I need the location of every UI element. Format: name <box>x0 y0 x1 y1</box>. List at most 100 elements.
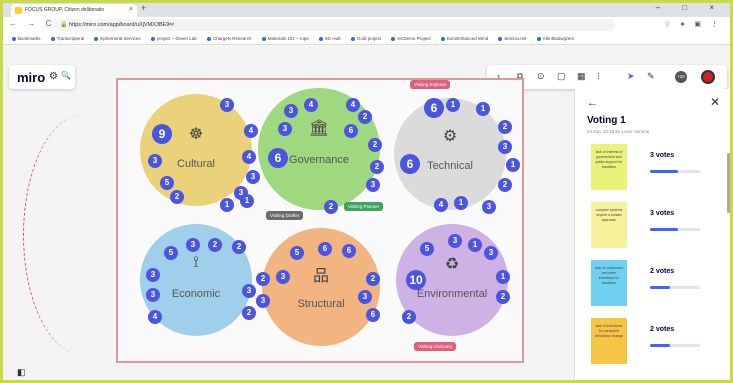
vote-badge: 3 <box>276 270 290 284</box>
panel-scrollbar[interactable] <box>727 153 730 213</box>
cursor-label-explorer: Visiting Explorer <box>410 80 451 89</box>
panel-toggle-icon[interactable]: ◧ <box>17 367 26 378</box>
vote-count: 3 votes <box>650 210 675 217</box>
cursor-label-drafter: Visiting Drafter <box>266 211 304 220</box>
lock-icon: 🔒 <box>60 22 68 28</box>
vote-badge: 3 <box>366 178 380 192</box>
vote-count: 3 votes <box>650 152 675 159</box>
browser-tab[interactable]: FOCUS GROUP, Citizen deliberatio × <box>11 4 137 17</box>
bookmark-item[interactable]: Gold project <box>351 36 381 41</box>
bookmark-item[interactable]: Bookmarks <box>12 36 41 41</box>
cursor-icon[interactable]: ➤ <box>627 71 635 82</box>
vote-badge: 2 <box>368 138 382 152</box>
vote-bar <box>650 170 700 173</box>
voting-subtitle: 04 Jun, 12:15 by Louis Homme <box>587 129 650 134</box>
present-icon[interactable]: ▢ <box>557 71 566 82</box>
vote-badge: 3 <box>358 290 372 304</box>
miro-logo[interactable]: miro <box>17 70 45 85</box>
sticky-note: lack of incentives for consumer behaviou… <box>591 318 627 364</box>
grid-icon[interactable]: ▦ <box>577 71 586 82</box>
vote-badge: 2 <box>358 110 372 124</box>
bookmark-item[interactable]: Materials 101 – rupe <box>262 36 309 41</box>
reactions-icon[interactable]: ✎ <box>647 71 655 82</box>
vote-badge: 4 <box>304 98 318 112</box>
sticky-note: lack of consumers and other incentives f… <box>591 260 627 306</box>
vote-result-item[interactable]: lack of interest of government and publi… <box>575 144 721 200</box>
back-arrow-icon[interactable]: ← <box>587 97 598 109</box>
bookmark-item[interactable]: Transcripteral <box>51 36 84 41</box>
miro-board-menu: miro ⚙ 🔍 <box>9 65 75 89</box>
vote-count: 2 votes <box>650 268 675 275</box>
vote-badge: 6 <box>342 244 356 258</box>
bookmark-item[interactable]: ChargeN Research <box>207 36 252 41</box>
vote-result-item[interactable]: complex systems require a holistic appro… <box>575 202 721 258</box>
cluster-label: Environmental <box>416 288 488 300</box>
vote-badge: 4 <box>242 150 256 164</box>
cursor-label-pioneer: Visiting Pioneer <box>344 202 384 211</box>
vote-badge: 5 <box>160 176 174 190</box>
bookmark-item[interactable]: Alle Bladwijzers <box>537 36 575 41</box>
tab-title: FOCUS GROUP, Citizen deliberatio <box>25 7 105 13</box>
cluster-cultural: ☸ Cultural 3 9 4 3 4 3 5 3 2 1 1 <box>140 94 260 212</box>
bookmark-item[interactable]: Ephemeral Services <box>94 36 140 41</box>
vote-badge: 3 <box>448 234 462 248</box>
vote-badge: 3 <box>246 170 260 184</box>
vote-badge: 2 <box>324 200 338 214</box>
bookmark-item[interactable]: 5G Hub <box>319 36 341 41</box>
nav-buttons[interactable]: ← → C <box>9 19 55 28</box>
vote-badge: 4 <box>434 198 448 212</box>
url-field[interactable]: 🔒 https://miro.com/app/board/uXjVMX3BE9=… <box>55 19 615 31</box>
vote-badge: 3 <box>146 268 160 282</box>
vote-result-item[interactable]: lack of incentives for consumer behaviou… <box>575 318 721 374</box>
close-icon[interactable]: ✕ <box>710 95 720 109</box>
cluster-environmental: ♻ Environmental 5 3 1 3 10 1 2 2 <box>396 224 510 336</box>
vote-badge: 10 <box>406 270 426 290</box>
url-text: https://miro.com/app/board/uXjVMX3BE9=/ <box>69 22 175 28</box>
cluster-structural: 品 Structural 5 6 6 2 2 3 3 6 3 <box>256 228 380 346</box>
vote-badge: 5 <box>290 246 304 260</box>
bookmark-item[interactable]: KKDemo Project <box>391 36 430 41</box>
vote-badge: 2 <box>498 178 512 192</box>
vote-bar-fill <box>650 228 678 231</box>
participant-count[interactable]: +20 <box>675 71 687 83</box>
vote-badge: 6 <box>344 124 358 138</box>
sticky-note: lack of interest of government and publi… <box>591 144 627 190</box>
timer-icon[interactable]: ⊙ <box>537 71 545 82</box>
vote-result-item[interactable]: lack of consumers and other incentives f… <box>575 260 721 316</box>
vote-badge: 2 <box>370 160 384 174</box>
new-tab-button[interactable]: + <box>141 3 146 13</box>
bookmark-item[interactable]: BioGov.net <box>498 36 526 41</box>
voting-results-panel: ← ✕ Voting 1 04 Jun, 12:15 by Louis Homm… <box>574 89 730 380</box>
vote-badge: 3 <box>220 98 234 112</box>
vote-bar <box>650 286 700 289</box>
voting-frame[interactable]: ☸ Cultural 3 9 4 3 4 3 5 3 2 1 1 🏛 Gover… <box>116 78 524 363</box>
vote-badge: 3 <box>186 238 200 252</box>
vote-badge: 2 <box>496 290 510 304</box>
vote-badge: 3 <box>278 122 292 136</box>
vote-badge: 6 <box>268 148 288 168</box>
vote-badge: 3 <box>242 284 256 298</box>
vote-bar <box>650 228 700 231</box>
more-icon[interactable]: ⁝ <box>597 71 600 82</box>
address-bar-row: ← → C 🔒 https://miro.com/app/board/uXjVM… <box>3 17 730 33</box>
extension-icons[interactable]: ☆ ♠ ▣ ⋮ <box>665 20 722 28</box>
vote-badge: 2 <box>402 310 416 324</box>
vote-bar-fill <box>650 286 670 289</box>
vote-count: 2 votes <box>650 326 675 333</box>
vote-badge: 6 <box>400 154 420 174</box>
settings-icon[interactable]: ⚙ <box>49 71 58 82</box>
vote-bar-fill <box>650 170 678 173</box>
vote-badge: 1 <box>496 270 510 284</box>
vote-badge: 6 <box>366 308 380 322</box>
window-controls[interactable]: – □ × <box>656 3 724 12</box>
user-avatar[interactable] <box>701 70 715 84</box>
search-icon[interactable]: 🔍 <box>61 71 71 80</box>
tab-close-icon[interactable]: × <box>129 6 133 13</box>
vote-badge: 1 <box>454 196 468 210</box>
sticky-note: complex systems require a holistic appro… <box>591 202 627 248</box>
bookmark-item[interactable]: EuroEnhanced Wind <box>441 36 488 41</box>
bookmark-item[interactable]: project – Green Lab <box>151 36 197 41</box>
vote-badge: 3 <box>284 104 298 118</box>
bookmarks-bar: Bookmarks Transcripteral Ephemeral Servi… <box>3 33 730 45</box>
vote-badge: 3 <box>482 200 496 214</box>
